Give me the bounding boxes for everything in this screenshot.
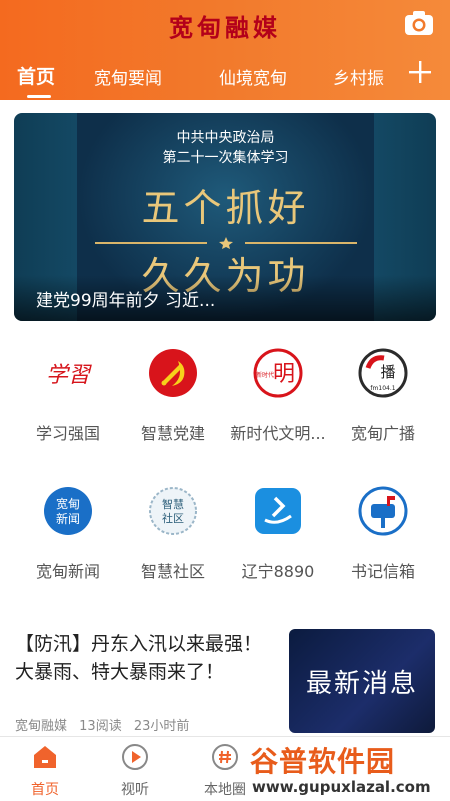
app-brand-title: 宽甸融媒 (169, 13, 281, 42)
news-thumbnail-text: 最新消息 (305, 669, 418, 699)
tab-kuandian-news[interactable]: 宽甸要闻 (94, 64, 162, 89)
grid-item-radio[interactable]: 播 fm104.1 宽甸广播 (327, 340, 439, 460)
banner-caption: 建党99周年前夕 习近... (36, 291, 216, 311)
grid-item-label: 智慧党建 (140, 424, 205, 443)
banner-subtitle-1: 中共中央政治局 (176, 130, 275, 146)
tab-rural-revival[interactable]: 乡村振 (333, 64, 384, 89)
svg-text:明: 明 (273, 362, 295, 387)
news-thumbnail[interactable]: 最新消息 (289, 629, 435, 733)
top-header: 宽甸融媒 首页 宽甸要闻 仙境宽甸 乡村振 (0, 0, 450, 100)
camera-icon[interactable] (404, 10, 434, 36)
active-tab-indicator (27, 95, 51, 98)
tab-scenic-kuandian[interactable]: 仙境宽甸 (219, 64, 287, 89)
svg-text:播: 播 (380, 363, 395, 381)
grid-item-secretary-mailbox[interactable]: 书记信箱 (327, 478, 439, 598)
party-emblem-icon (149, 349, 197, 397)
bottom-nav-video[interactable]: 视听 (90, 737, 180, 801)
grid-item-party[interactable]: 智慧党建 (117, 340, 229, 460)
svg-text:学習: 学習 (46, 363, 92, 388)
banner-headline-1: 五个抓好 (141, 186, 310, 230)
grid-item-community[interactable]: 智慧 社区 智慧社区 (117, 478, 229, 598)
grid-item-label: 辽宁8890 (241, 562, 315, 581)
svg-text:fm104.1: fm104.1 (370, 385, 395, 392)
grid-item-label: 宽甸广播 (350, 424, 415, 443)
community-icon: 智慧 社区 (149, 487, 197, 535)
radio-icon: 播 fm104.1 (358, 348, 408, 398)
news-title[interactable]: 【防汛】丹东入汛以来最强！大暴雨、特大暴雨来了！ (15, 630, 277, 686)
tab-home[interactable]: 首页 (17, 62, 55, 89)
news-meta: 宽甸融媒 13阅读 23小时前 (15, 715, 197, 734)
xuexi-icon: 学習 (46, 363, 92, 388)
grid-item-xuexi[interactable]: 学習 学习强国 (12, 340, 124, 460)
news-icon: 宽甸 新闻 (44, 487, 92, 535)
liaoning-icon (255, 488, 301, 534)
mailbox-icon (358, 486, 408, 536)
grid-item-civilization[interactable]: 明 新时代 新时代文明... (222, 340, 334, 460)
news-list-item[interactable]: 【防汛】丹东入汛以来最强！大暴雨、特大暴雨来了！ 宽甸融媒 13阅读 23小时前… (0, 615, 450, 735)
banner-caption-bar: 建党99周年前夕 习近... (14, 275, 436, 321)
grid-item-kuandian-news[interactable]: 宽甸 新闻 宽甸新闻 (12, 478, 124, 598)
grid-item-label: 智慧社区 (140, 562, 205, 581)
grid-item-label: 宽甸新闻 (35, 562, 100, 581)
play-icon (122, 744, 148, 770)
service-grid: 学習 学习强国 智慧党建 明 新时代 新时代文明... 播 fm104.1 宽甸… (0, 340, 450, 600)
add-channel-icon[interactable] (406, 58, 434, 86)
svg-text:新闻: 新闻 (56, 511, 80, 526)
channel-tabs: 首页 宽甸要闻 仙境宽甸 乡村振 (0, 58, 450, 98)
bottom-nav-label: 首页 (31, 782, 59, 798)
grid-item-label: 书记信箱 (350, 562, 415, 581)
grid-item-label: 新时代文明... (230, 424, 326, 443)
watermark-title: 谷普软件园 (250, 745, 396, 778)
bottom-nav-home[interactable]: 首页 (0, 737, 90, 801)
hashtag-icon (212, 744, 238, 770)
svg-text:宽甸: 宽甸 (56, 496, 80, 511)
hero-banner[interactable]: 中共中央政治局 第二十一次集体学习 五个抓好 久久为功 建党99周年前夕 习近.… (14, 113, 436, 321)
grid-item-label: 学习强国 (35, 424, 100, 443)
home-icon (34, 746, 56, 768)
news-source: 宽甸融媒 (15, 719, 68, 734)
bottom-nav-label: 视听 (121, 782, 149, 798)
banner-subtitle-2: 第二十一次集体学习 (162, 150, 289, 166)
news-read-count: 13阅读 (79, 719, 122, 734)
svg-text:智慧: 智慧 (162, 497, 184, 511)
civilization-icon: 明 新时代 (253, 348, 303, 398)
svg-text:社区: 社区 (162, 511, 184, 525)
news-timestamp: 23小时前 (133, 719, 190, 734)
site-watermark: 谷普软件园 www.gupuxlazal.com (246, 738, 450, 800)
svg-text:新时代: 新时代 (256, 371, 274, 379)
grid-item-liaoning-8890[interactable]: 辽宁8890 (222, 478, 334, 598)
watermark-url: www.gupuxlazal.com (252, 778, 431, 796)
